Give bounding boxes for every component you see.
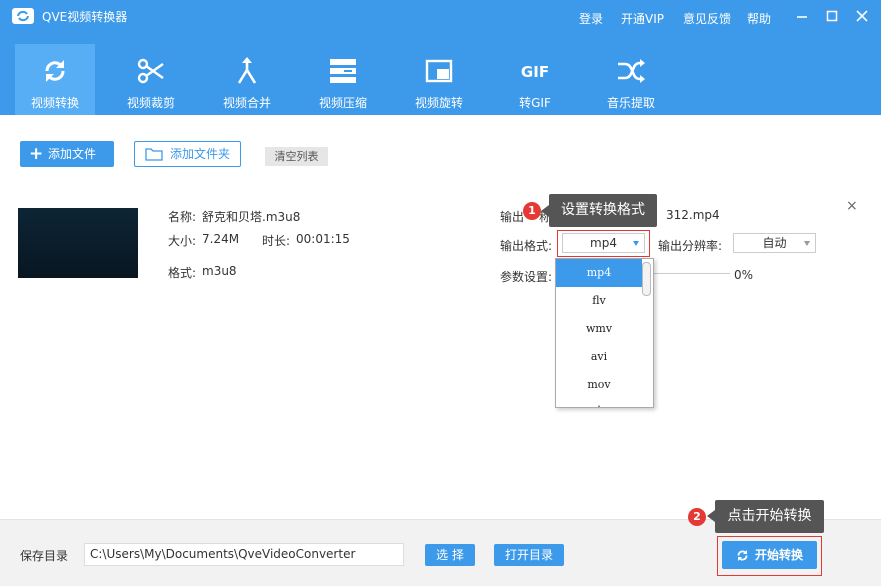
step-1-badge: 1 [523, 202, 541, 220]
tab-label: 视频压缩 [318, 96, 367, 110]
maximize-icon[interactable] [824, 8, 840, 24]
rotate-icon [425, 59, 453, 83]
output-resolution-select[interactable]: 自动 [733, 233, 816, 253]
file-name-label: 名称: [168, 210, 197, 224]
start-convert-label: 开始转换 [755, 548, 804, 562]
tab-music-extract[interactable]: 音乐提取 [591, 44, 671, 115]
highlight-box-format [557, 230, 650, 257]
merge-icon [237, 57, 257, 84]
folder-icon [145, 148, 163, 161]
tab-label: 视频合并 [222, 96, 271, 110]
open-dir-button[interactable]: 打开目录 [494, 544, 564, 566]
format-option-mov[interactable]: mov [556, 371, 642, 399]
start-convert-button[interactable]: 开始转换 [722, 541, 817, 569]
tab-label: 视频转换 [30, 96, 79, 110]
format-option-avi[interactable]: avi [556, 343, 642, 371]
tab-label: 转GIF [519, 96, 551, 110]
tab-to-gif[interactable]: GIF 转GIF [495, 44, 575, 115]
login-link[interactable]: 登录 [579, 10, 603, 27]
output-resolution-label: 输出分辨率: [658, 239, 723, 253]
gif-icon: GIF [521, 63, 549, 81]
chevron-down-icon [804, 241, 810, 246]
tab-video-merge[interactable]: 视频合并 [207, 44, 287, 115]
tooltip-start-convert: 点击开始转换 [715, 500, 824, 533]
tab-video-convert[interactable]: 视频转换 [15, 44, 95, 115]
video-thumbnail [18, 208, 138, 278]
vip-link[interactable]: 开通VIP [621, 10, 664, 27]
app-logo-icon [12, 8, 34, 24]
tooltip-set-format: 设置转换格式 [549, 194, 657, 227]
file-duration-label: 时长: [262, 234, 291, 248]
file-format-label: 格式: [168, 266, 197, 280]
output-format-label: 输出格式: [500, 239, 553, 253]
plus-icon: + [29, 144, 44, 164]
minimize-icon[interactable] [794, 8, 810, 24]
refresh-icon [737, 550, 748, 561]
format-dropdown-list[interactable]: mp4 flv wmv avi mov . [555, 258, 654, 408]
output-resolution-value: 自动 [762, 236, 787, 250]
tab-label: 视频旋转 [414, 96, 463, 110]
help-link[interactable]: 帮助 [747, 10, 771, 27]
format-option-partial: . [597, 397, 601, 408]
file-format: m3u8 [202, 264, 237, 278]
params-label: 参数设置: [500, 270, 553, 284]
tab-video-compress[interactable]: 视频压缩 [303, 44, 383, 115]
scrollbar-thumb[interactable] [642, 262, 651, 296]
app-title: QVE视频转换器 [42, 10, 128, 24]
file-duration: 00:01:15 [296, 232, 350, 246]
clear-list-button[interactable]: 清空列表 [265, 147, 328, 166]
feedback-link[interactable]: 意见反馈 [683, 10, 731, 27]
compress-icon [330, 59, 356, 83]
format-option-mp4[interactable]: mp4 [556, 259, 642, 287]
format-option-wmv[interactable]: wmv [556, 315, 642, 343]
progress-text: 0% [734, 268, 754, 282]
file-size: 7.24M [202, 232, 240, 246]
svg-text:GIF: GIF [521, 63, 549, 81]
scissors-icon [137, 58, 164, 84]
save-path-input[interactable]: C:\Users\My\Documents\QveVideoConverter [84, 543, 404, 566]
remove-file-icon[interactable]: × [846, 198, 858, 214]
tab-label: 音乐提取 [606, 96, 655, 110]
add-folder-button[interactable]: 添加文件夹 [134, 141, 241, 167]
format-option-flv[interactable]: flv [556, 287, 642, 315]
header-bar: QVE视频转换器 登录 开通VIP 意见反馈 帮助 视频转换 视频裁剪 视频合并… [0, 0, 881, 115]
tooltip-1-arrow [541, 205, 549, 217]
add-file-label: 添加文件 [48, 147, 97, 161]
save-dir-label: 保存目录 [20, 549, 69, 563]
output-name: 312.mp4 [666, 208, 720, 222]
step-2-badge: 2 [688, 508, 706, 526]
tab-label: 视频裁剪 [126, 96, 175, 110]
tab-video-rotate[interactable]: 视频旋转 [399, 44, 479, 115]
add-file-button[interactable]: + 添加文件 [20, 141, 114, 167]
refresh-icon [45, 60, 65, 82]
add-folder-label: 添加文件夹 [170, 147, 231, 161]
shuffle-icon [618, 59, 645, 83]
file-size-label: 大小: [168, 234, 197, 248]
progress-track [650, 273, 730, 274]
tab-video-crop[interactable]: 视频裁剪 [111, 44, 191, 115]
output-name-label-left: 输出 [500, 210, 525, 224]
tooltip-2-arrow [707, 510, 715, 522]
file-name: 舒克和贝塔.m3u8 [202, 210, 301, 224]
close-icon[interactable] [854, 8, 870, 24]
choose-dir-button[interactable]: 选 择 [425, 544, 475, 566]
